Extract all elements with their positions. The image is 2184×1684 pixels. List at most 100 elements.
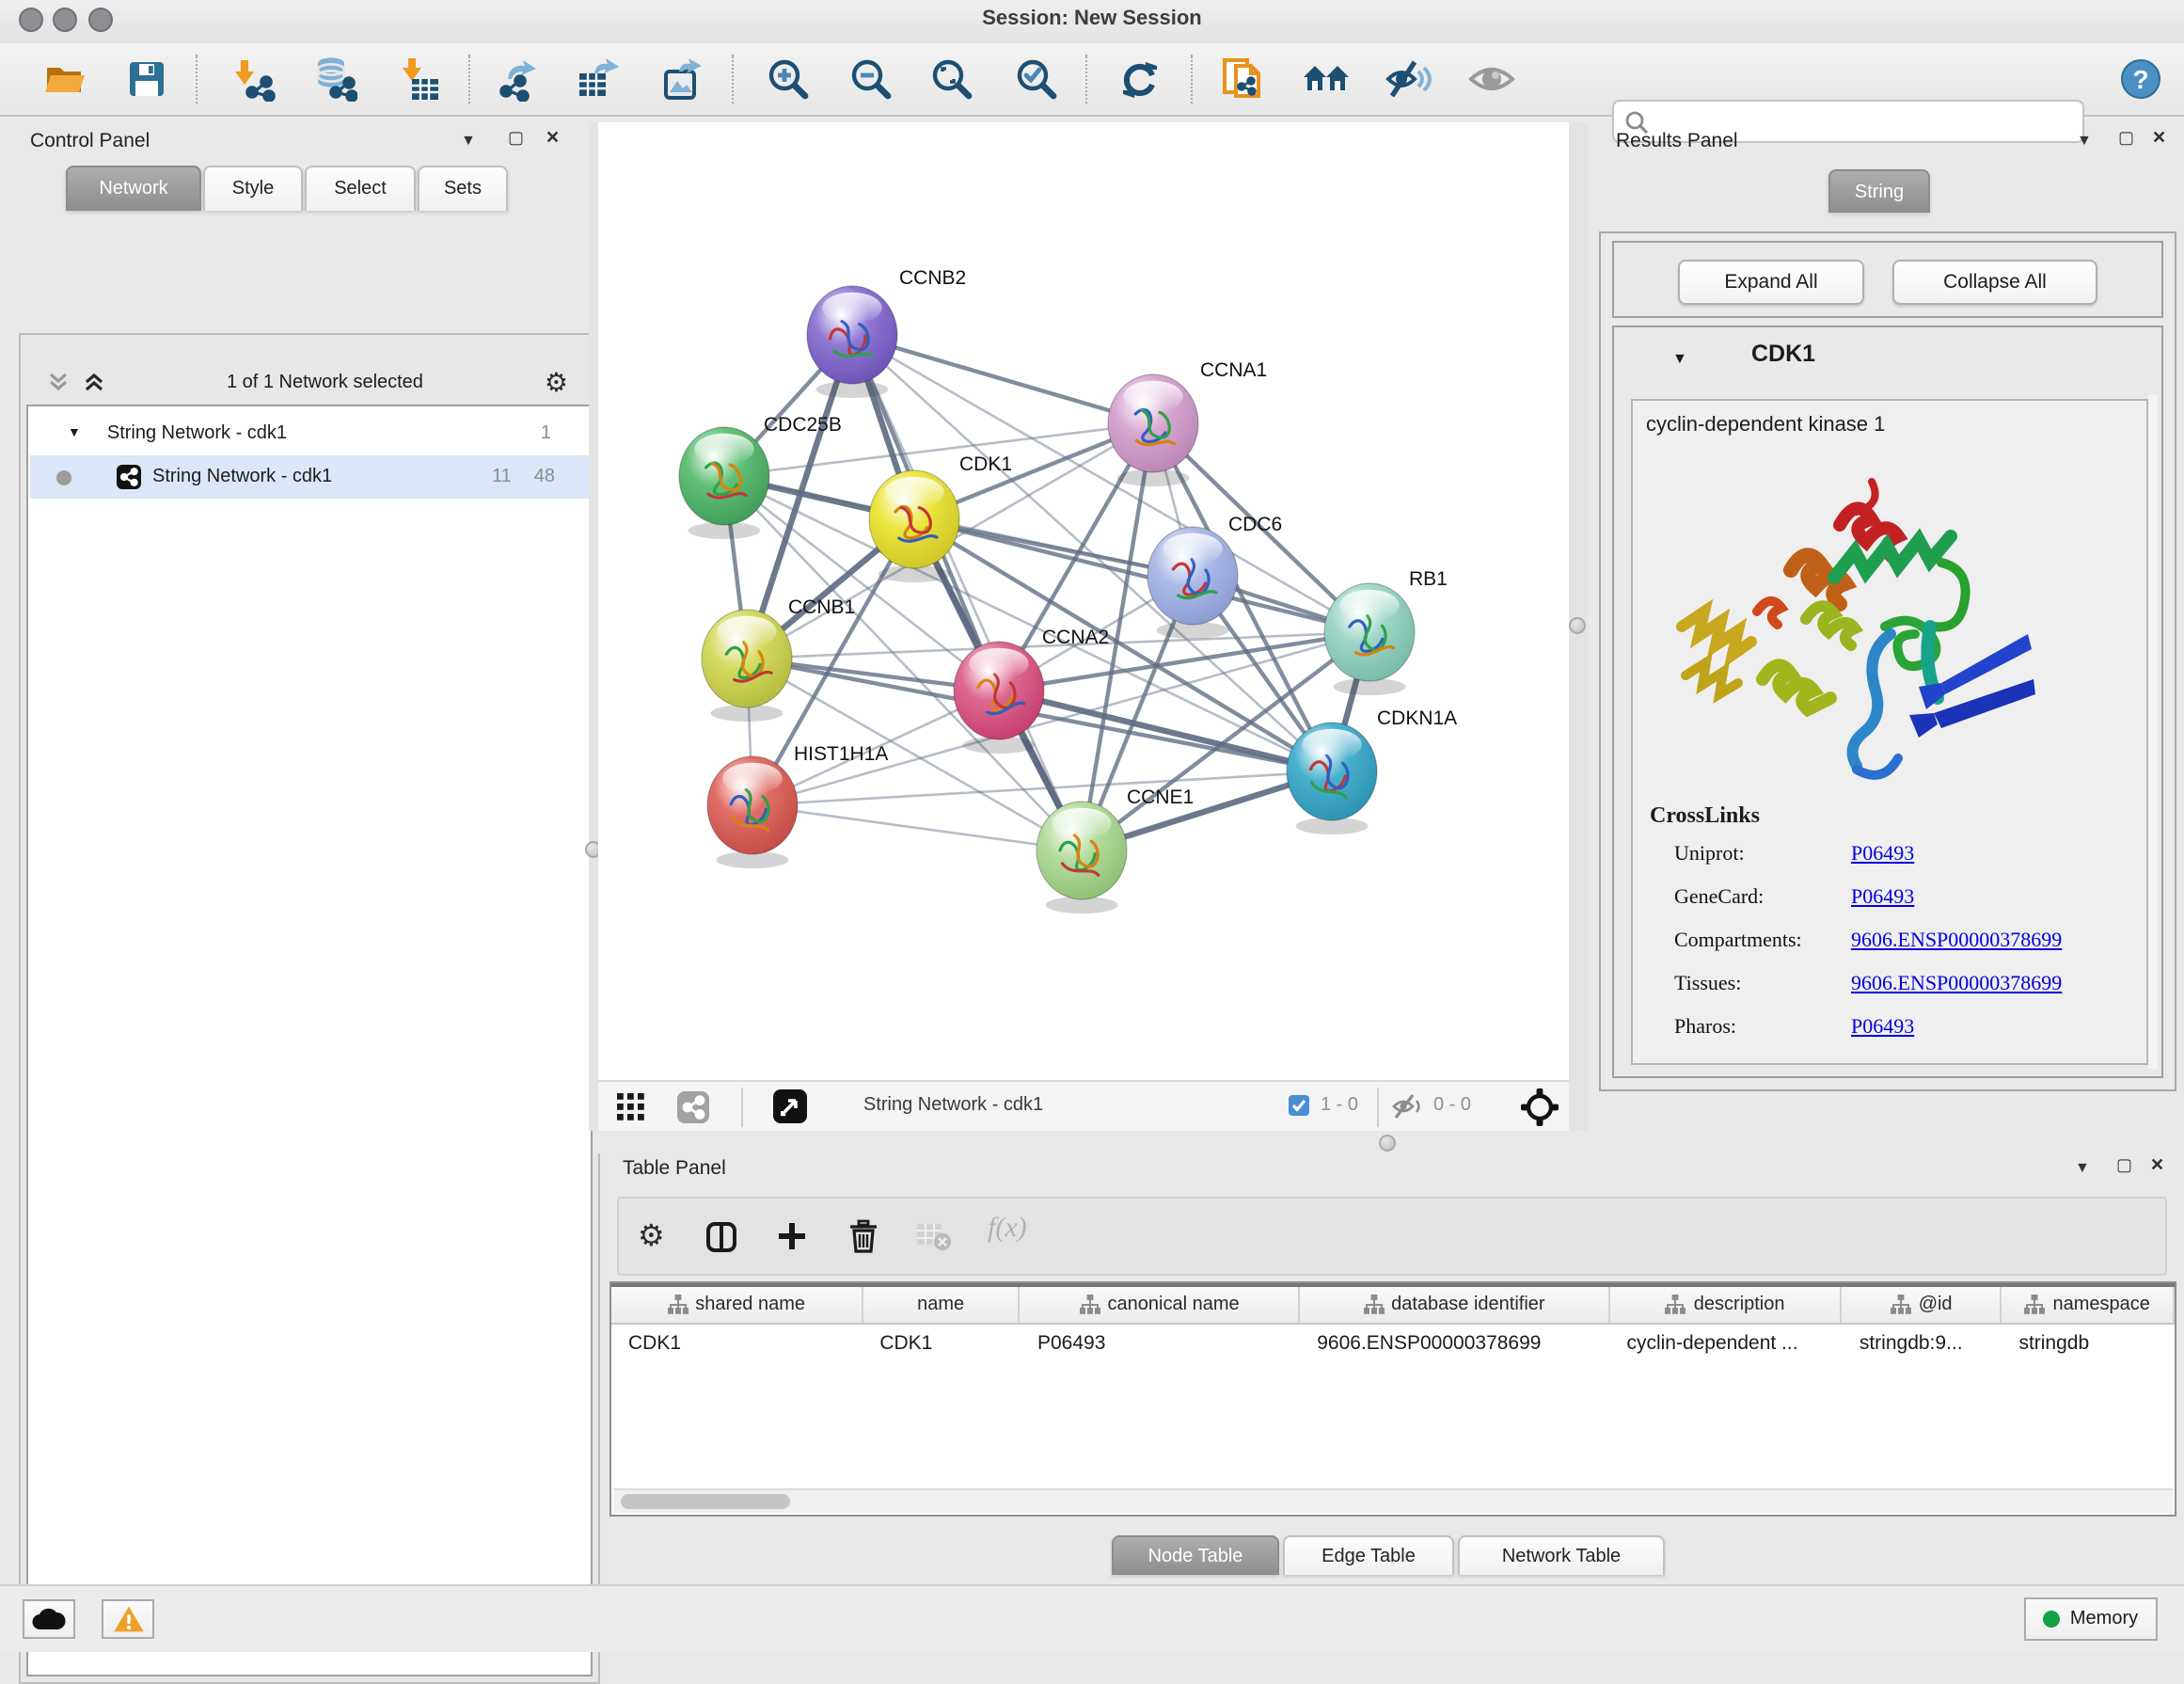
cytoscape-window: Session: New Session [0,0,2184,1650]
graph-edge-CDK1-RB1[interactable] [914,519,1369,632]
tab-network[interactable]: Network [66,166,201,211]
create-column-icon[interactable] [777,1221,807,1251]
selected-checkbox-icon[interactable] [1289,1095,1309,1116]
show-columns-icon[interactable] [705,1221,737,1253]
entry-collapse-icon[interactable]: ▼ [1672,350,1687,367]
table-hscrollbar[interactable] [613,1488,2173,1513]
table-row[interactable]: CDK1CDK1P064939606.ENSP00000378699cyclin… [611,1325,2175,1362]
graph-node-CDKN1A[interactable] [1287,723,1377,834]
tab-select[interactable]: Select [305,166,416,211]
tab-style[interactable]: Style [203,166,303,211]
tab-node-table[interactable]: Node Table [1112,1535,1279,1575]
cell-id[interactable]: stringdb:9... [1843,1325,2002,1362]
network-options-gear-icon[interactable]: ⚙ [545,369,568,395]
left-splitter[interactable] [589,122,598,1131]
table-panel-menu-icon[interactable]: ▼ [2075,1159,2090,1176]
expand-all-button[interactable]: Expand All [1678,260,1864,305]
birds-eye-view-icon[interactable] [773,1089,807,1123]
open-session-icon[interactable] [38,53,90,105]
column-header-label: shared name [695,1295,805,1315]
graph-node-CCNA1[interactable] [1108,374,1198,486]
graph-node-CCNB2[interactable] [807,286,897,398]
graph-node-RB1[interactable] [1324,583,1415,695]
show-all-icon[interactable] [1465,53,1518,105]
tab-sets[interactable]: Sets [418,166,508,211]
graph-node-CCNB1[interactable] [702,610,792,722]
export-network-icon[interactable] [491,53,544,105]
crosshair-icon[interactable] [1520,1088,1559,1127]
right-splitter-handle[interactable] [1569,617,1586,634]
control-panel-menu-icon[interactable]: ▼ [461,132,476,149]
zoom-out-icon[interactable] [845,53,897,105]
network-canvas[interactable]: CCNB2CCNA1CDC25BCDK1CDC6RB1CCNB1CCNA2CDK… [598,122,1569,1080]
tab-network-table[interactable]: Network Table [1458,1535,1665,1575]
zoom-selected-icon[interactable] [1010,53,1063,105]
column-header-databaseidentifier[interactable]: database identifier [1300,1287,1609,1323]
table-options-gear-icon[interactable]: ⚙ [638,1221,665,1255]
table-panel-float-icon[interactable]: ▢ [2116,1155,2132,1176]
crosslink-link[interactable]: 9606.ENSP00000378699 [1851,929,2062,952]
grid-view-icon[interactable] [617,1093,645,1121]
results-panel-float-icon[interactable]: ▢ [2118,128,2134,149]
table-panel-close-icon[interactable]: ✕ [2150,1155,2164,1176]
graph-edge-CCNB2-CCNA1[interactable] [852,335,1153,423]
zoom-fit-icon[interactable] [926,53,978,105]
results-panel-close-icon[interactable]: ✕ [2152,128,2166,149]
results-scrollbar[interactable] [2148,395,2158,1069]
cloud-status-button[interactable] [23,1599,75,1639]
results-buttons-box: Expand All Collapse All [1612,241,2163,318]
delete-columns-icon[interactable] [848,1219,878,1253]
control-panel-close-icon[interactable]: ✕ [546,128,560,149]
network-tree-root-row[interactable]: ▼ String Network - cdk1 1 [30,412,589,455]
column-header-name[interactable]: name [863,1287,1021,1323]
network-tree-selected-row[interactable]: String Network - cdk1 11 48 [30,455,589,499]
column-header-sharedname[interactable]: shared name [611,1287,863,1323]
cell-namespace[interactable]: stringdb [2002,1325,2175,1362]
export-image-icon[interactable] [655,53,707,105]
column-header-canonicalname[interactable]: canonical name [1021,1287,1300,1323]
graph-node-CDC25B[interactable] [679,427,769,539]
collapse-all-networks-icon[interactable] [47,371,70,393]
column-header-id[interactable]: @id [1843,1287,2002,1323]
zoom-in-icon[interactable] [762,53,815,105]
import-network-from-file-icon[interactable] [228,53,280,105]
graph-edge-RB1-HIST1H1A[interactable] [752,632,1369,805]
network-graph[interactable]: CCNB2CCNA1CDC25BCDK1CDC6RB1CCNB1CCNA2CDK… [598,122,1569,1080]
bottom-splitter[interactable] [598,1131,1569,1153]
crosslink-link[interactable]: 9606.ENSP00000378699 [1851,973,2062,995]
hide-selected-icon[interactable] [1383,53,1435,105]
bottom-splitter-handle[interactable] [1379,1135,1396,1152]
graph-edge-CCNE1-HIST1H1A[interactable] [752,805,1082,850]
cell-databaseidentifier[interactable]: 9606.ENSP00000378699 [1300,1325,1609,1362]
column-header-description[interactable]: description [1609,1287,1842,1323]
cell-name[interactable]: CDK1 [863,1325,1021,1362]
results-panel-menu-icon[interactable]: ▼ [2077,132,2092,149]
share-view-icon[interactable] [677,1091,709,1123]
table-hscrollbar-thumb[interactable] [621,1494,790,1509]
import-network-from-database-icon[interactable] [309,53,361,105]
import-table-from-file-icon[interactable] [393,53,446,105]
crosslink-link[interactable]: P06493 [1851,886,1914,909]
memory-button[interactable]: Memory [2024,1597,2158,1641]
warning-status-button[interactable] [102,1599,154,1639]
save-session-icon[interactable] [120,53,173,105]
graph-node-CCNE1[interactable] [1037,802,1127,913]
crosslink-link[interactable]: P06493 [1851,843,1914,866]
cell-canonicalname[interactable]: P06493 [1021,1325,1300,1362]
column-header-namespace[interactable]: namespace [2002,1287,2175,1323]
tab-edge-table[interactable]: Edge Table [1283,1535,1454,1575]
cell-description[interactable]: cyclin-dependent ... [1609,1325,1842,1362]
tab-string[interactable]: String [1828,169,1930,213]
control-panel-float-icon[interactable]: ▢ [508,128,524,149]
first-neighbors-icon[interactable] [1300,53,1353,105]
expand-all-networks-icon[interactable] [83,371,105,393]
collapse-all-button[interactable]: Collapse All [1892,260,2097,305]
cell-sharedname[interactable]: CDK1 [611,1325,863,1362]
clone-network-icon[interactable] [1217,53,1270,105]
export-table-icon[interactable] [572,53,625,105]
crosslink-link[interactable]: P06493 [1851,1016,1914,1039]
graph-node-HIST1H1A[interactable] [707,756,798,868]
tree-expand-icon[interactable]: ▼ [68,427,81,440]
refresh-view-icon[interactable] [1114,53,1166,105]
help-icon[interactable]: ? [2114,53,2167,105]
